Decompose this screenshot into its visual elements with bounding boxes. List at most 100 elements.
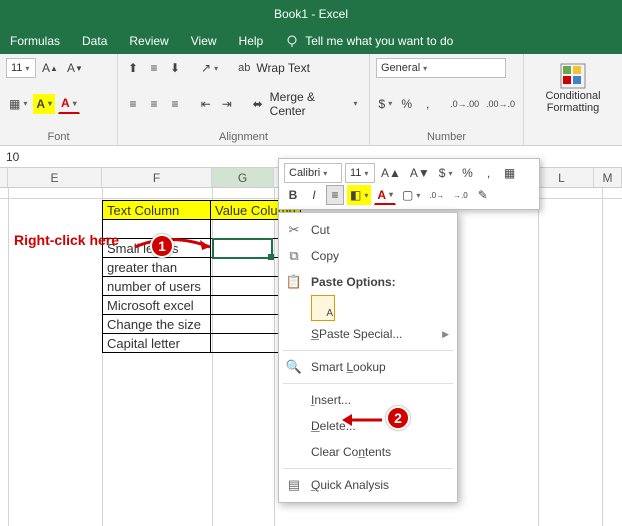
table-row: Capital letter xyxy=(103,334,301,353)
font-group-label: Font xyxy=(6,129,111,143)
formula-bar-value: 10 xyxy=(6,150,19,164)
selected-cell-outline xyxy=(212,238,273,259)
font-color-button[interactable]: A xyxy=(58,94,80,114)
mini-size-select[interactable]: 11 xyxy=(345,163,375,183)
col-F[interactable]: F xyxy=(102,168,212,187)
annotation-arrow-2 xyxy=(342,410,386,430)
orientation-button[interactable]: ↗ xyxy=(198,58,221,78)
context-clear-contents[interactable]: Clear Contents xyxy=(279,439,457,465)
mini-format-painter-icon[interactable]: ✎ xyxy=(474,185,492,205)
mini-percent-icon[interactable]: % xyxy=(458,163,476,183)
annotation-badge-1: 1 xyxy=(150,234,174,258)
col-E[interactable]: E xyxy=(8,168,102,187)
paste-icon: 📋 xyxy=(285,274,303,290)
context-quick-analysis[interactable]: ▤Quick Analysis xyxy=(279,472,457,498)
context-cut[interactable]: ✂Cut xyxy=(279,217,457,243)
tab-formulas[interactable]: Formulas xyxy=(10,34,60,48)
conditional-formatting-icon xyxy=(559,62,587,90)
comma-format-button[interactable]: , xyxy=(419,94,437,114)
mini-fill-color-icon[interactable]: ◧ xyxy=(347,185,371,205)
cut-icon: ✂ xyxy=(285,222,303,238)
quick-analysis-icon: ▤ xyxy=(285,477,303,493)
percent-format-button[interactable]: % xyxy=(398,94,416,114)
title-bar: Book1 - Excel xyxy=(0,0,622,28)
context-paste-options-label: 📋Paste Options: xyxy=(279,269,457,295)
ribbon: 11 A▲ A▼ ▦ A A Font ⬆ ≡ ⬇ ↗ ab Wrap Text… xyxy=(0,54,622,146)
corner[interactable] xyxy=(0,168,8,187)
alignment-group: ⬆ ≡ ⬇ ↗ ab Wrap Text ≡ ≡ ≡ ⇤ ⇥ ⬌ Merge &… xyxy=(118,54,370,145)
align-middle-icon[interactable]: ≡ xyxy=(145,58,163,78)
data-table: Text Column Value Column Small letters10… xyxy=(102,200,301,353)
border-button[interactable]: ▦ xyxy=(6,94,30,114)
align-left-icon[interactable]: ≡ xyxy=(124,94,142,114)
mini-italic-icon[interactable]: I xyxy=(305,185,323,205)
window-title: Book1 - Excel xyxy=(274,7,348,21)
table-header-row: Text Column Value Column xyxy=(103,201,301,220)
decrease-font-icon[interactable]: A▼ xyxy=(64,58,86,78)
worksheet-grid[interactable]: Text Column Value Column Small letters10… xyxy=(0,188,622,526)
mini-borders-icon[interactable]: ▦ xyxy=(500,163,518,183)
number-group-label: Number xyxy=(376,129,517,143)
merge-icon[interactable]: ⬌ xyxy=(249,94,267,114)
lightbulb-icon xyxy=(285,34,299,48)
table-row: Microsoft excel xyxy=(103,296,301,315)
mini-decimal-dec-icon[interactable]: →.0 xyxy=(450,185,471,205)
mini-accounting-icon[interactable]: $ xyxy=(436,163,456,183)
mini-align-icon[interactable]: ≡ xyxy=(326,185,344,205)
mini-border-icon[interactable]: ▢ xyxy=(399,185,423,205)
table-row: Change the size xyxy=(103,315,301,334)
wrap-text-button[interactable]: ab xyxy=(235,58,253,78)
annotation-badge-2: 2 xyxy=(386,406,410,430)
tab-data[interactable]: Data xyxy=(82,34,107,48)
col-M[interactable]: M xyxy=(594,168,622,187)
fill-handle[interactable] xyxy=(268,254,274,260)
styles-group: Conditional Formatting xyxy=(524,54,622,145)
context-copy[interactable]: ⧉Copy xyxy=(279,243,457,269)
annotation-arrow-1 xyxy=(130,232,220,262)
increase-decimal-icon[interactable]: .0→.00 xyxy=(448,94,481,114)
accounting-format-button[interactable]: $ xyxy=(376,94,395,114)
annotation-text: Right-click here xyxy=(14,232,119,248)
context-paste-option-values[interactable]: A xyxy=(279,295,457,321)
merge-center-button[interactable]: Merge & Center xyxy=(270,90,342,118)
number-format-select[interactable]: General xyxy=(376,58,506,78)
tab-view[interactable]: View xyxy=(191,34,217,48)
merge-dropdown[interactable] xyxy=(345,94,363,114)
decrease-indent-icon[interactable]: ⇤ xyxy=(197,94,215,114)
align-center-icon[interactable]: ≡ xyxy=(145,94,163,114)
align-top-icon[interactable]: ⬆ xyxy=(124,58,142,78)
copy-icon: ⧉ xyxy=(285,248,303,264)
mini-decrease-font-icon[interactable]: A▼ xyxy=(407,163,433,183)
mini-comma-icon[interactable]: , xyxy=(479,163,497,183)
table-row: number of users xyxy=(103,277,301,296)
paste-values-icon: A xyxy=(311,295,335,321)
context-menu: ✂Cut ⧉Copy 📋Paste Options: A SPaste Spec… xyxy=(278,212,458,503)
search-icon: 🔍 xyxy=(285,359,303,375)
mini-decimal-inc-icon[interactable]: .0→ xyxy=(426,185,447,205)
mini-toolbar: Calibri 11 A▲ A▼ $ % , ▦ B I ≡ ◧ A ▢ .0→… xyxy=(278,158,540,210)
font-size-select[interactable]: 11 xyxy=(6,58,36,78)
alignment-group-label: Alignment xyxy=(124,129,363,143)
tell-me[interactable]: Tell me what you want to do xyxy=(285,34,453,48)
col-G[interactable]: G xyxy=(212,168,274,187)
number-group: General $ % , .0→.00 .00→.0 Number xyxy=(370,54,524,145)
decrease-decimal-icon[interactable]: .00→.0 xyxy=(484,94,517,114)
tab-help[interactable]: Help xyxy=(239,34,264,48)
font-group: 11 A▲ A▼ ▦ A A Font xyxy=(0,54,118,145)
context-smart-lookup[interactable]: 🔍Smart Lookup xyxy=(279,354,457,380)
mini-bold-icon[interactable]: B xyxy=(284,185,302,205)
increase-font-icon[interactable]: A▲ xyxy=(39,58,61,78)
header-text-column[interactable]: Text Column xyxy=(103,201,211,220)
mini-font-color-icon[interactable]: A xyxy=(374,185,396,205)
fill-color-button[interactable]: A xyxy=(33,94,55,114)
ribbon-tabs: Formulas Data Review View Help Tell me w… xyxy=(0,28,622,54)
wrap-text-label[interactable]: Wrap Text xyxy=(256,61,310,75)
increase-indent-icon[interactable]: ⇥ xyxy=(218,94,236,114)
conditional-formatting-button[interactable]: Conditional Formatting xyxy=(530,58,616,118)
context-paste-special[interactable]: SPaste Special...▶ xyxy=(279,321,457,347)
align-bottom-icon[interactable]: ⬇ xyxy=(166,58,184,78)
mini-font-select[interactable]: Calibri xyxy=(284,163,342,183)
tab-review[interactable]: Review xyxy=(129,34,168,48)
mini-increase-font-icon[interactable]: A▲ xyxy=(378,163,404,183)
align-right-icon[interactable]: ≡ xyxy=(166,94,184,114)
